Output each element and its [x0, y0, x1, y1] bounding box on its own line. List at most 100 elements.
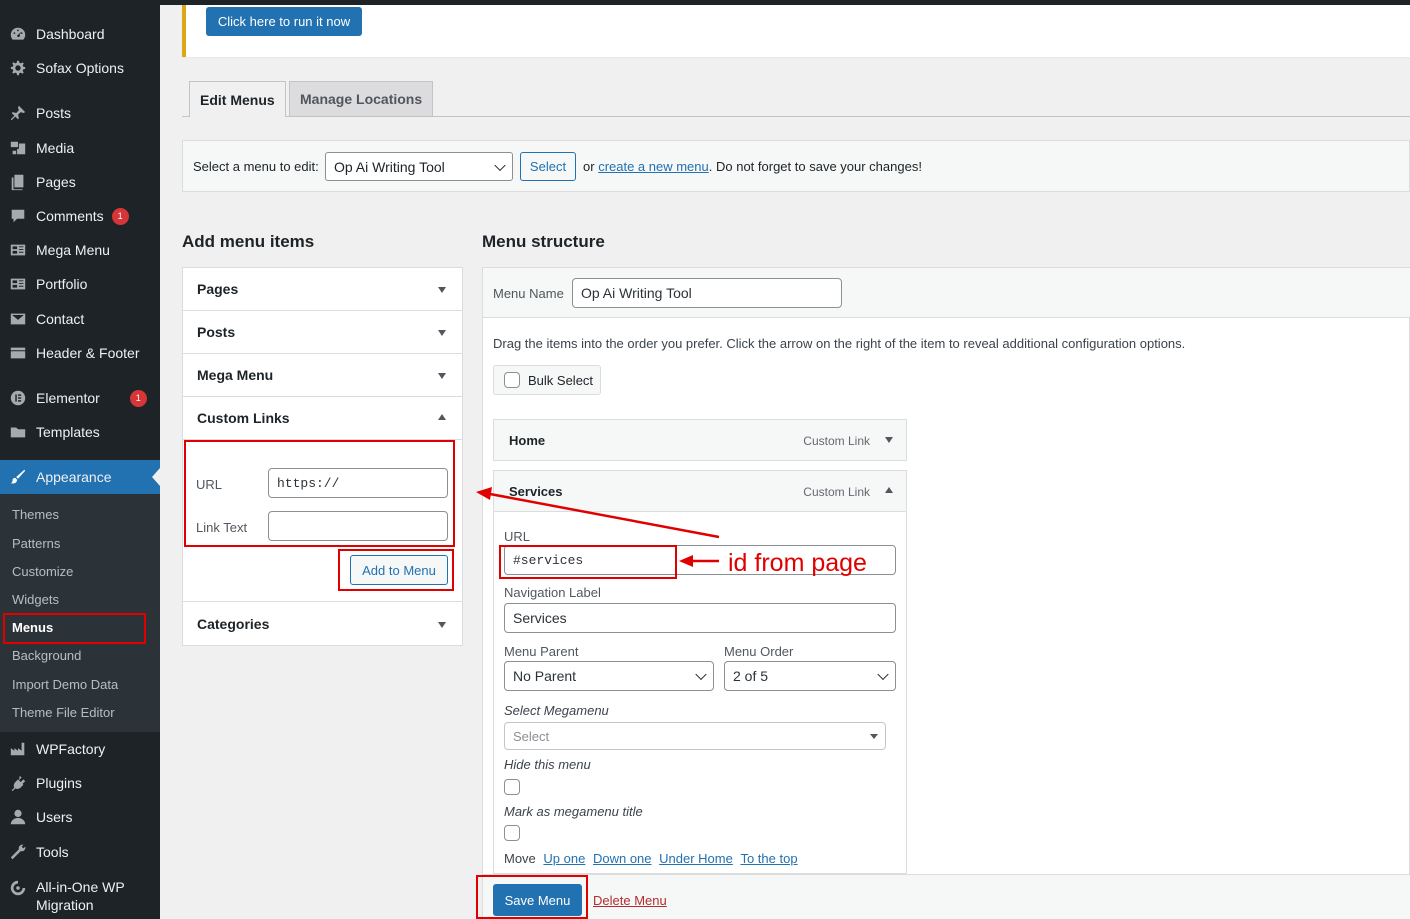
sidebar-item-dashboard[interactable]: Dashboard — [0, 19, 160, 49]
arrow-up-icon[interactable] — [885, 487, 893, 493]
menu-item-home[interactable]: Home Custom Link — [493, 419, 907, 461]
menu-item-title: Services — [509, 484, 563, 499]
accordion-section-pages[interactable]: Pages — [183, 268, 462, 311]
hide-menu-checkbox[interactable] — [504, 779, 520, 795]
submenu-item-theme-file-editor[interactable]: Theme File Editor — [12, 705, 115, 720]
megamenu-select[interactable]: Select — [504, 722, 886, 750]
sidebar-item-label: Sofax Options — [36, 60, 124, 76]
menu-item-type: Custom Link — [803, 434, 870, 448]
move-down-one-link[interactable]: Down one — [593, 851, 652, 866]
admin-sidebar: Dashboard Sofax Options Posts Media Page… — [0, 0, 160, 919]
accordion-section-posts[interactable]: Posts — [183, 311, 462, 354]
plugin-icon — [8, 773, 28, 793]
sidebar-item-migration[interactable]: All-in-One WP Migration — [0, 878, 160, 914]
sidebar-item-label: Templates — [36, 424, 100, 440]
elementor-icon — [8, 388, 28, 408]
sidebar-item-label: All-in-One WP Migration — [36, 879, 125, 913]
menu-order-label: Menu Order — [724, 644, 794, 659]
submenu-item-background[interactable]: Background — [12, 648, 81, 663]
menu-parent-label: Menu Parent — [504, 644, 579, 659]
accordion-title: Posts — [197, 324, 236, 340]
brush-icon — [8, 467, 28, 487]
annotation-box-save-menu — [476, 875, 588, 919]
sidebar-item-label: Pages — [36, 174, 76, 190]
menu-name-label: Menu Name — [493, 286, 564, 301]
arrow-down-icon — [438, 330, 446, 336]
menu-order-select[interactable]: 2 of 5 — [724, 661, 896, 691]
drag-instructions: Drag the items into the order you prefer… — [493, 336, 1186, 351]
bulk-select-checkbox[interactable] — [504, 372, 520, 388]
move-row: Move Up one Down one Under Home To the t… — [504, 851, 798, 866]
chevron-down-icon — [695, 668, 707, 681]
navigation-label-input[interactable]: Services — [504, 603, 896, 633]
sidebar-item-portfolio[interactable]: Portfolio — [0, 269, 160, 299]
accordion-section-categories[interactable]: Categories — [183, 602, 462, 645]
mark-megamenu-title-checkbox[interactable] — [504, 825, 520, 841]
sidebar-item-contact[interactable]: Contact — [0, 304, 160, 334]
sidebar-item-appearance[interactable]: Appearance — [0, 460, 160, 494]
menu-parent-select[interactable]: No Parent — [504, 661, 714, 691]
sidebar-item-users[interactable]: Users — [0, 802, 160, 832]
pages-icon — [8, 172, 28, 192]
sidebar-item-label: Appearance — [36, 469, 112, 485]
select-button[interactable]: Select — [520, 152, 576, 181]
submenu-item-widgets[interactable]: Widgets — [12, 592, 59, 607]
tab-divider — [182, 116, 1410, 117]
folder-icon — [8, 422, 28, 442]
sidebar-item-tools[interactable]: Tools — [0, 837, 160, 867]
user-icon — [8, 807, 28, 827]
accordion-section-mega-menu[interactable]: Mega Menu — [183, 354, 462, 397]
sidebar-item-header-footer[interactable]: Header & Footer — [0, 338, 160, 368]
sidebar-item-posts[interactable]: Posts — [0, 98, 160, 128]
menu-select-value: Op Ai Writing Tool — [334, 158, 445, 175]
submenu-item-customize[interactable]: Customize — [12, 564, 73, 579]
submenu-item-themes[interactable]: Themes — [12, 507, 59, 522]
sidebar-item-templates[interactable]: Templates — [0, 417, 160, 447]
menu-item-services[interactable]: Services Custom Link — [493, 470, 907, 512]
sidebar-item-sofax-options[interactable]: Sofax Options — [0, 53, 160, 83]
sidebar-item-pages[interactable]: Pages — [0, 167, 160, 197]
sidebar-item-elementor[interactable]: Elementor 1 — [0, 383, 160, 413]
move-under-home-link[interactable]: Under Home — [659, 851, 733, 866]
tab-edit-menus[interactable]: Edit Menus — [189, 81, 286, 117]
bulk-select-button[interactable]: Bulk Select — [493, 365, 601, 395]
submenu-item-import-demo-data[interactable]: Import Demo Data — [12, 677, 118, 692]
sidebar-item-label: Header & Footer — [36, 345, 140, 361]
create-new-menu-link[interactable]: create a new menu — [598, 159, 709, 174]
sidebar-item-label: Media — [36, 140, 75, 156]
menu-order-value: 2 of 5 — [733, 668, 769, 684]
gear-icon — [8, 58, 28, 78]
navigation-label-label: Navigation Label — [504, 585, 601, 600]
annotation-box-add-to-menu — [338, 549, 454, 591]
move-to-top-link[interactable]: To the top — [740, 851, 797, 866]
sidebar-item-plugins[interactable]: Plugins — [0, 768, 160, 798]
megamenu-placeholder: Select — [513, 728, 550, 744]
sidebar-item-media[interactable]: Media — [0, 133, 160, 163]
menu-select-dropdown[interactable]: Op Ai Writing Tool — [325, 152, 513, 181]
sidebar-item-wpfactory[interactable]: WPFactory — [0, 734, 160, 764]
tab-manage-locations[interactable]: Manage Locations — [289, 81, 434, 116]
menu-structure-heading: Menu structure — [482, 232, 605, 251]
sidebar-item-mega-menu[interactable]: Mega Menu — [0, 235, 160, 265]
accordion-title: Pages — [197, 281, 239, 297]
sidebar-item-label: Contact — [36, 311, 85, 327]
submenu-item-patterns[interactable]: Patterns — [12, 536, 60, 551]
sidebar-item-comments[interactable]: Comments 1 — [0, 201, 160, 231]
delete-menu-link[interactable]: Delete Menu — [593, 893, 667, 908]
wrench-icon — [8, 842, 28, 862]
media-icon — [8, 138, 28, 158]
annotation-text: id from page — [728, 549, 867, 577]
sidebar-item-label: Elementor — [36, 390, 100, 406]
sidebar-item-label: Plugins — [36, 775, 82, 791]
move-up-one-link[interactable]: Up one — [543, 851, 585, 866]
pin-icon — [8, 103, 28, 123]
bulk-select-label: Bulk Select — [528, 373, 594, 388]
arrow-up-icon[interactable] — [438, 414, 446, 420]
sidebar-item-label: Posts — [36, 105, 72, 121]
menu-name-input[interactable]: Op Ai Writing Tool — [572, 278, 842, 308]
arrow-down-icon[interactable] — [885, 437, 893, 443]
annotation-box-url — [499, 545, 677, 579]
accordion-title[interactable]: Custom Links — [197, 410, 290, 426]
run-now-button[interactable]: Click here to run it now — [206, 7, 362, 36]
elementor-badge: 1 — [129, 389, 147, 407]
